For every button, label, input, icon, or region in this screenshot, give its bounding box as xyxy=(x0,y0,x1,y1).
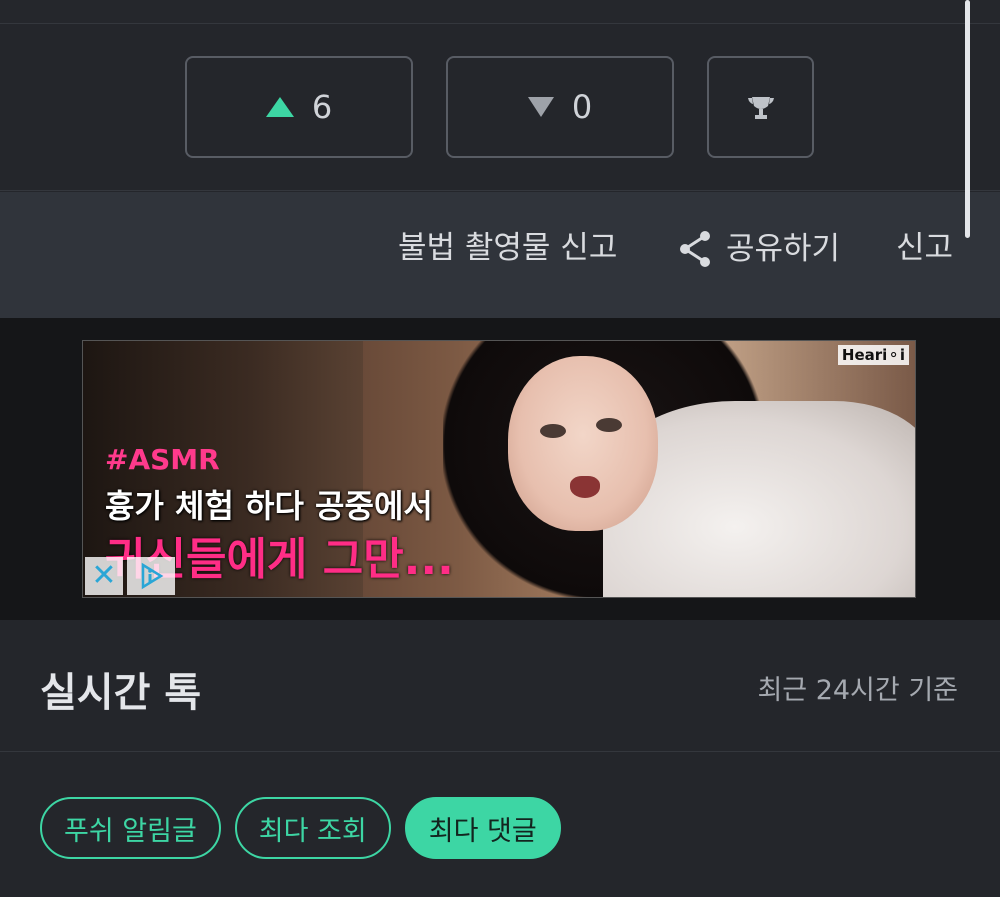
ad-brand-logo: Heari⚬i xyxy=(837,345,909,365)
downvote-count: 0 xyxy=(571,88,593,126)
tab-push-alerts[interactable]: 푸쉬 알림글 xyxy=(40,797,221,859)
upvote-button[interactable]: 6 xyxy=(185,56,413,158)
share-link[interactable]: 공유하기 xyxy=(678,230,840,268)
ad-tag: #ASMR xyxy=(105,443,220,476)
ad-info-icon[interactable] xyxy=(127,557,175,595)
ad-area: Heari⚬i #ASMR 흉가 체험 하다 공중에서 귀신들에게 그만... … xyxy=(0,318,1000,620)
top-strip xyxy=(0,0,1000,24)
upvote-count: 6 xyxy=(311,88,333,126)
ad-banner[interactable]: Heari⚬i #ASMR 흉가 체험 하다 공중에서 귀신들에게 그만... … xyxy=(82,340,916,598)
tab-most-comments[interactable]: 최다 댓글 xyxy=(404,797,561,859)
downvote-button[interactable]: 0 xyxy=(446,56,674,158)
ad-close-icon[interactable]: ✕ xyxy=(85,557,123,595)
reaction-button[interactable] xyxy=(707,56,814,158)
share-icon xyxy=(680,231,710,267)
scrollbar-thumb[interactable] xyxy=(965,0,970,238)
section-subtitle: 최근 24시간 기준 xyxy=(757,675,958,706)
ad-headline-1: 흉가 체험 하다 공중에서 xyxy=(105,487,433,525)
upvote-icon xyxy=(265,97,294,117)
share-label: 공유하기 xyxy=(726,231,841,267)
illegal-content-report-link[interactable]: 불법 촬영물 신고 xyxy=(398,230,617,266)
report-link[interactable]: 신고 xyxy=(896,230,953,266)
post-actions-bar: 불법 촬영물 신고 공유하기 신고 xyxy=(0,192,1000,318)
filter-tabs: 푸쉬 알림글 최다 조회 최다 댓글 xyxy=(40,797,561,859)
trophy-icon xyxy=(747,97,774,119)
vote-row: 6 0 xyxy=(0,25,1000,191)
realtime-talk-header: 실시간 톡 최근 24시간 기준 xyxy=(0,620,1000,752)
section-title: 실시간 톡 xyxy=(40,670,202,716)
ad-illustration-face xyxy=(508,356,658,531)
tab-most-viewed[interactable]: 최다 조회 xyxy=(234,797,391,859)
downvote-icon xyxy=(527,97,554,117)
